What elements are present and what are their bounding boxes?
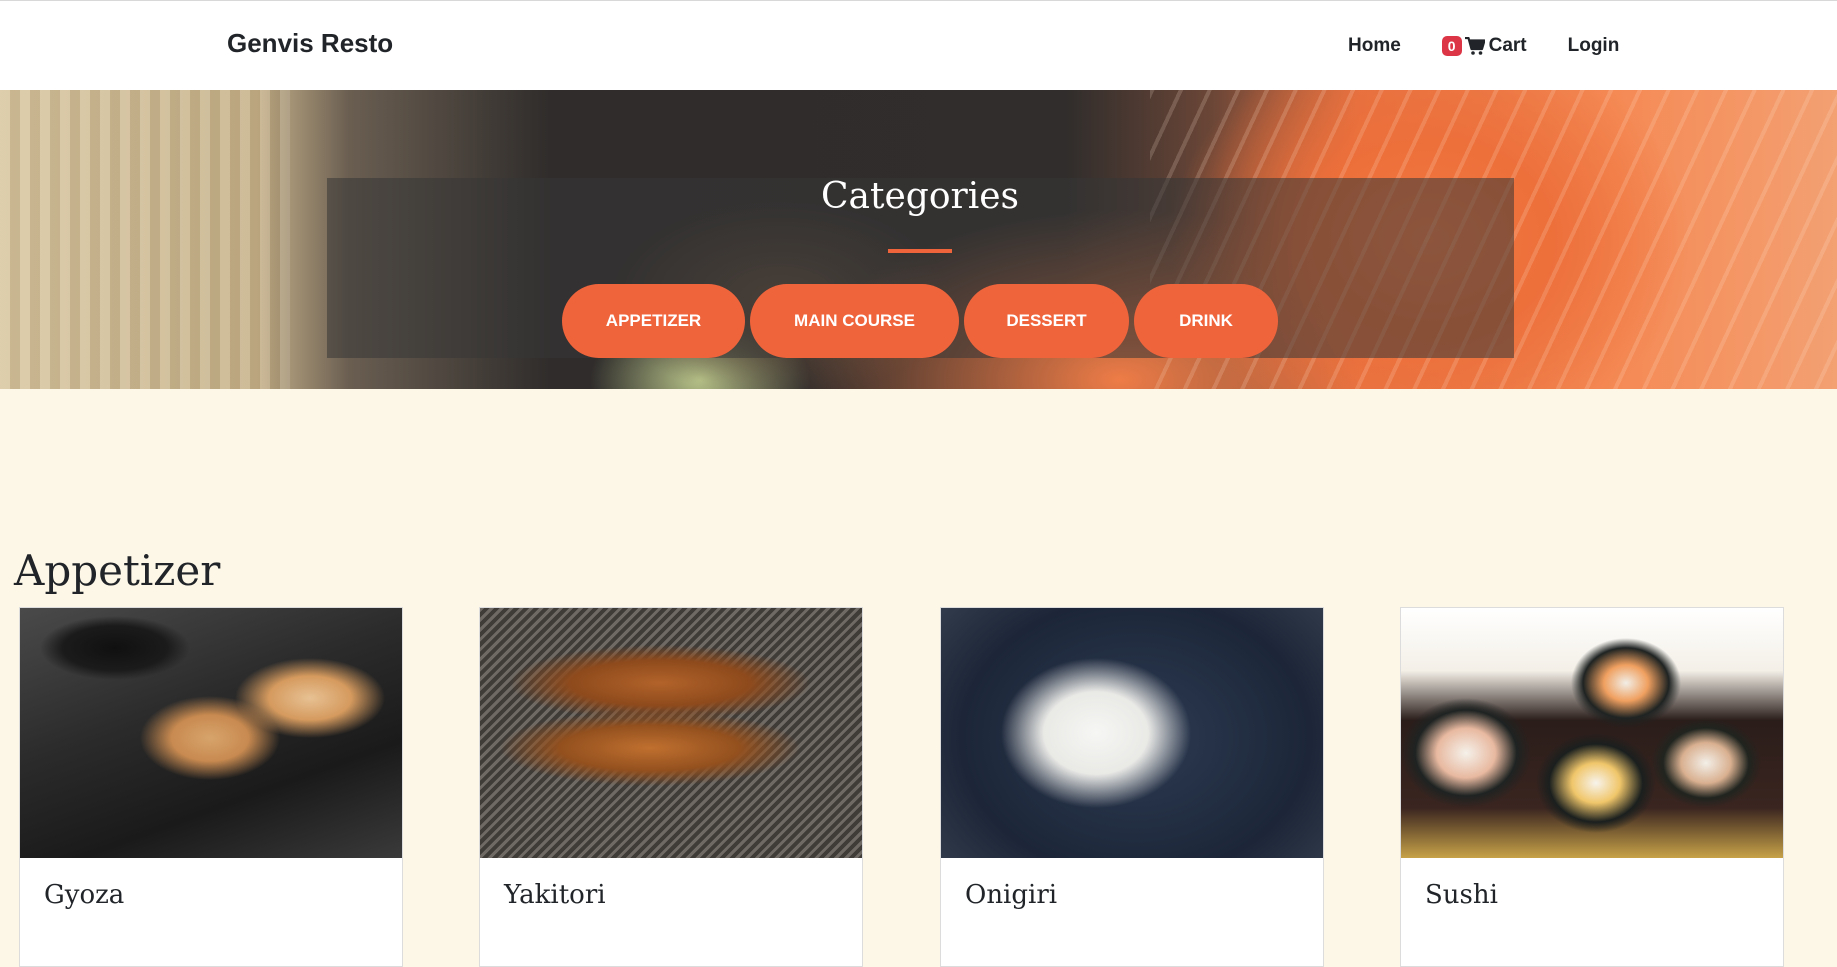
yakitori-image xyxy=(480,608,862,858)
menu-card-yakitori[interactable]: Yakitori xyxy=(479,607,863,967)
category-drink-button[interactable]: DRINK xyxy=(1134,284,1278,358)
menu-item-name: Yakitori xyxy=(504,880,606,910)
category-appetizer-button[interactable]: APPETIZER xyxy=(562,284,745,358)
navbar: Genvis Resto Home 0 Cart Login xyxy=(0,0,1837,90)
title-underline xyxy=(888,249,952,253)
category-main-course-button[interactable]: MAIN COURSE xyxy=(750,284,959,358)
bamboo-mat-texture xyxy=(0,90,290,389)
menu-item-name: Gyoza xyxy=(44,880,125,910)
cart-count-badge: 0 xyxy=(1441,36,1462,56)
nav-home-link[interactable]: Home xyxy=(1348,35,1401,57)
brand-logo[interactable]: Genvis Resto xyxy=(227,28,393,59)
nav-cart-link[interactable]: 0 Cart xyxy=(1441,35,1527,57)
menu-card-sushi[interactable]: Sushi xyxy=(1400,607,1784,967)
menu-card-gyoza[interactable]: Gyoza xyxy=(19,607,403,967)
category-dessert-button[interactable]: DESSERT xyxy=(964,284,1129,358)
nav-links: Home 0 Cart Login xyxy=(1348,35,1619,57)
menu-item-name: Sushi xyxy=(1425,880,1498,910)
categories-title: Categories xyxy=(821,176,1019,217)
section-title-appetizer: Appetizer xyxy=(14,546,221,595)
onigiri-image xyxy=(941,608,1323,858)
shopping-cart-icon xyxy=(1464,37,1485,55)
menu-card-onigiri[interactable]: Onigiri xyxy=(940,607,1324,967)
nav-login-link[interactable]: Login xyxy=(1568,35,1620,57)
gyoza-image xyxy=(20,608,402,858)
menu-item-name: Onigiri xyxy=(965,880,1058,910)
sushi-image xyxy=(1401,608,1783,858)
nav-cart-label: Cart xyxy=(1488,35,1527,56)
